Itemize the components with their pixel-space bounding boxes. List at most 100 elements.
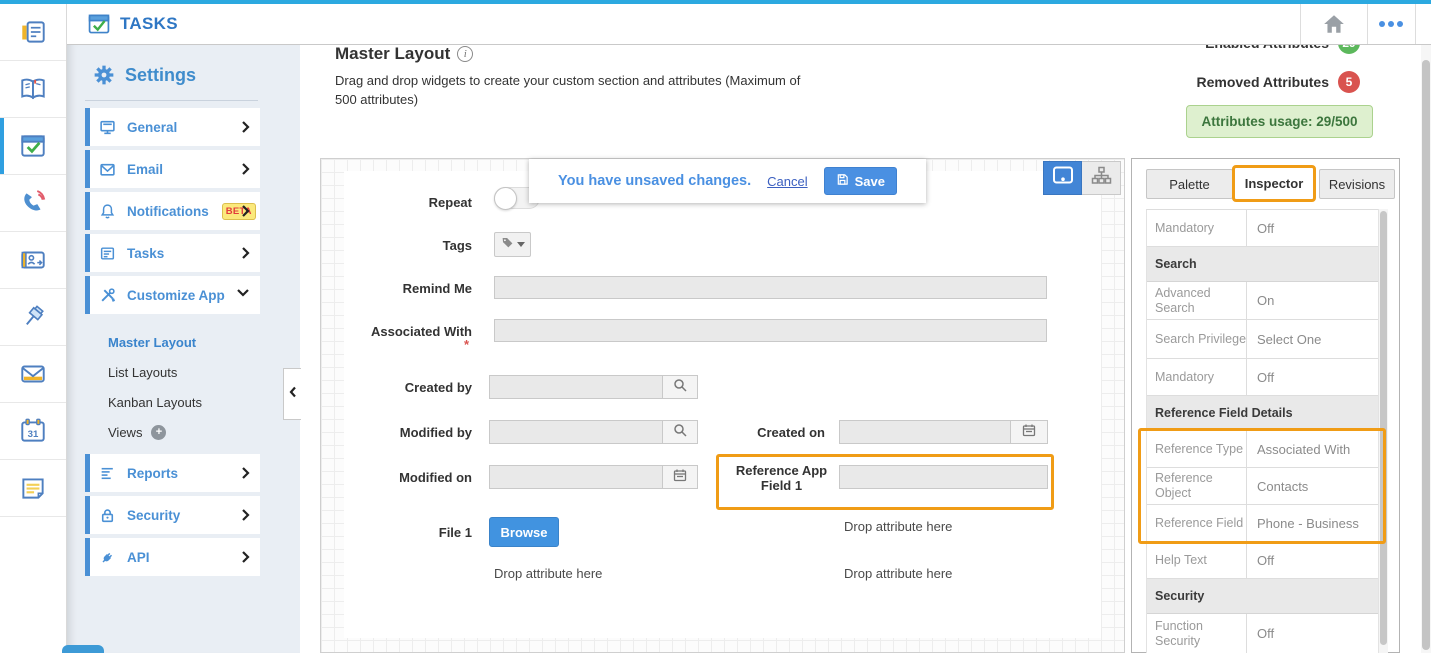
desktop-view-button[interactable] — [1043, 161, 1082, 195]
customize-app-submenu: Master Layout List Layouts Kanban Layout… — [67, 318, 300, 454]
sidebar-item-api[interactable]: API — [85, 538, 260, 576]
inspector-row[interactable]: Advanced Search On — [1147, 282, 1378, 320]
inspector-scrollbar[interactable] — [1378, 209, 1388, 653]
tab-palette[interactable]: Palette — [1146, 169, 1233, 199]
inspector-row[interactable]: Mandatory Off — [1147, 210, 1378, 247]
inspector-section-header: Search — [1147, 247, 1378, 282]
inspector-row-label: Reference Object — [1147, 468, 1247, 504]
inspector-row[interactable]: Reference Field Phone - Business — [1147, 505, 1378, 542]
rail-item-feed[interactable] — [0, 4, 66, 61]
save-button[interactable]: Save — [824, 167, 897, 195]
page-description: Drag and drop widgets to create your cus… — [335, 71, 813, 109]
sidebar-item-tasks[interactable]: Tasks — [85, 234, 260, 272]
tags-label: Tags — [344, 238, 472, 253]
modified-on-datepicker-button[interactable] — [662, 465, 698, 489]
page-scrollbar[interactable] — [1421, 45, 1431, 653]
created-by-lookup-button[interactable] — [662, 375, 698, 399]
submenu-item-master-layout[interactable]: Master Layout — [108, 327, 300, 357]
rail-item-contacts[interactable] — [0, 232, 66, 289]
sidebar-item-customize-app[interactable]: Customize App — [85, 276, 260, 314]
form-section: Repeat Tags Remind Me Associated With * … — [344, 171, 1101, 638]
sidebar-item-label: Customize App — [127, 288, 225, 303]
pin-icon — [18, 302, 48, 332]
inspector-row[interactable]: Mandatory Off — [1147, 359, 1378, 396]
reference-app-field-label: Reference App Field 1 — [734, 463, 829, 493]
home-button[interactable] — [1300, 4, 1367, 44]
tree-view-button[interactable] — [1082, 161, 1121, 195]
inspector-row[interactable]: Reference Type Associated With — [1147, 431, 1378, 468]
rail-item-knowledge[interactable] — [0, 61, 66, 118]
save-icon — [836, 173, 849, 189]
modified-on-label: Modified on — [344, 470, 472, 485]
rail-item-pinned[interactable] — [0, 289, 66, 346]
inspector-row[interactable]: Search Privilege Select One — [1147, 320, 1378, 359]
scrollbar-thumb[interactable] — [1380, 211, 1387, 645]
sidebar-item-reports[interactable]: Reports — [85, 454, 260, 492]
sidebar-collapse-handle[interactable] — [283, 368, 301, 420]
rail-item-tasks[interactable] — [0, 118, 66, 175]
enabled-attributes-badge: 29 — [1338, 45, 1360, 54]
settings-header: Settings — [67, 45, 300, 98]
file-label: File 1 — [344, 525, 472, 540]
submenu-item-kanban-layouts[interactable]: Kanban Layouts — [108, 387, 300, 417]
tags-dropdown-button[interactable] — [494, 232, 531, 257]
remind-me-input[interactable] — [494, 276, 1047, 299]
browse-button[interactable]: Browse — [489, 517, 559, 547]
settings-sidebar: Settings General Email Notifications BET… — [67, 45, 300, 653]
inspector-row[interactable]: Function Security Off — [1147, 614, 1378, 653]
associated-with-input[interactable] — [494, 319, 1047, 342]
help-tab[interactable] — [62, 645, 104, 653]
rail-item-calls[interactable] — [0, 175, 66, 232]
scrollbar-thumb[interactable] — [1422, 60, 1430, 650]
beta-badge: BETA — [222, 203, 256, 220]
sidebar-item-label: Notifications — [127, 204, 209, 219]
inspector-row-value: Select One — [1247, 320, 1378, 358]
add-view-button[interactable]: + — [151, 425, 166, 440]
sidebar-item-notifications[interactable]: Notifications BETA — [85, 192, 260, 230]
app-window: 31 TASKS — [0, 0, 1431, 653]
info-icon[interactable]: i — [457, 46, 473, 62]
submenu-item-list-layouts[interactable]: List Layouts — [108, 357, 300, 387]
chevron-right-icon — [241, 466, 250, 480]
mail-icon — [18, 359, 48, 389]
chevron-right-icon — [241, 246, 250, 260]
associated-with-label: Associated With — [344, 324, 472, 339]
modified-by-lookup-button[interactable] — [662, 420, 698, 444]
app-logo: TASKS — [87, 4, 178, 44]
inspector-row-value: Phone - Business — [1247, 505, 1378, 541]
sidebar-item-security[interactable]: Security — [85, 496, 260, 534]
tab-inspector[interactable]: Inspector — [1232, 165, 1316, 202]
rail-item-calendar[interactable]: 31 — [0, 403, 66, 460]
modified-on-input[interactable] — [489, 465, 663, 489]
modified-by-input[interactable] — [489, 420, 663, 444]
inspector-row-label: Help Text — [1147, 542, 1247, 578]
cancel-link[interactable]: Cancel — [767, 174, 807, 189]
tab-revisions[interactable]: Revisions — [1319, 169, 1395, 199]
inspector-row[interactable]: Help Text Off — [1147, 542, 1378, 579]
phone-icon — [18, 188, 48, 218]
submenu-item-views[interactable]: Views + — [108, 417, 300, 447]
rail-item-notes[interactable] — [0, 460, 66, 517]
caret-down-icon — [517, 242, 525, 247]
layout-canvas: Repeat Tags Remind Me Associated With * … — [320, 158, 1125, 653]
contacts-icon — [18, 245, 48, 275]
rail-item-mail[interactable] — [0, 346, 66, 403]
created-on-datepicker-button[interactable] — [1010, 420, 1048, 444]
chevron-left-icon — [289, 385, 297, 403]
more-options-button[interactable] — [1367, 4, 1415, 44]
page-title-row: Master Layout i — [335, 45, 473, 64]
sidebar-item-label: General — [127, 120, 177, 135]
created-on-label: Created on — [725, 425, 825, 440]
toggle-knob — [494, 187, 517, 210]
created-by-input[interactable] — [489, 375, 663, 399]
tree-view-icon — [1091, 166, 1112, 190]
tasks-calendar-icon — [18, 131, 48, 161]
sidebar-item-email[interactable]: Email — [85, 150, 260, 188]
created-on-input[interactable] — [839, 420, 1011, 444]
inspector-row[interactable]: Reference Object Contacts — [1147, 468, 1378, 505]
modified-by-label: Modified by — [344, 425, 472, 440]
sidebar-item-general[interactable]: General — [85, 108, 260, 146]
reference-app-field-input[interactable] — [839, 465, 1048, 489]
inspector-row-label: Advanced Search — [1147, 282, 1247, 319]
attributes-usage-pill: Attributes usage: 29/500 — [1186, 105, 1373, 138]
